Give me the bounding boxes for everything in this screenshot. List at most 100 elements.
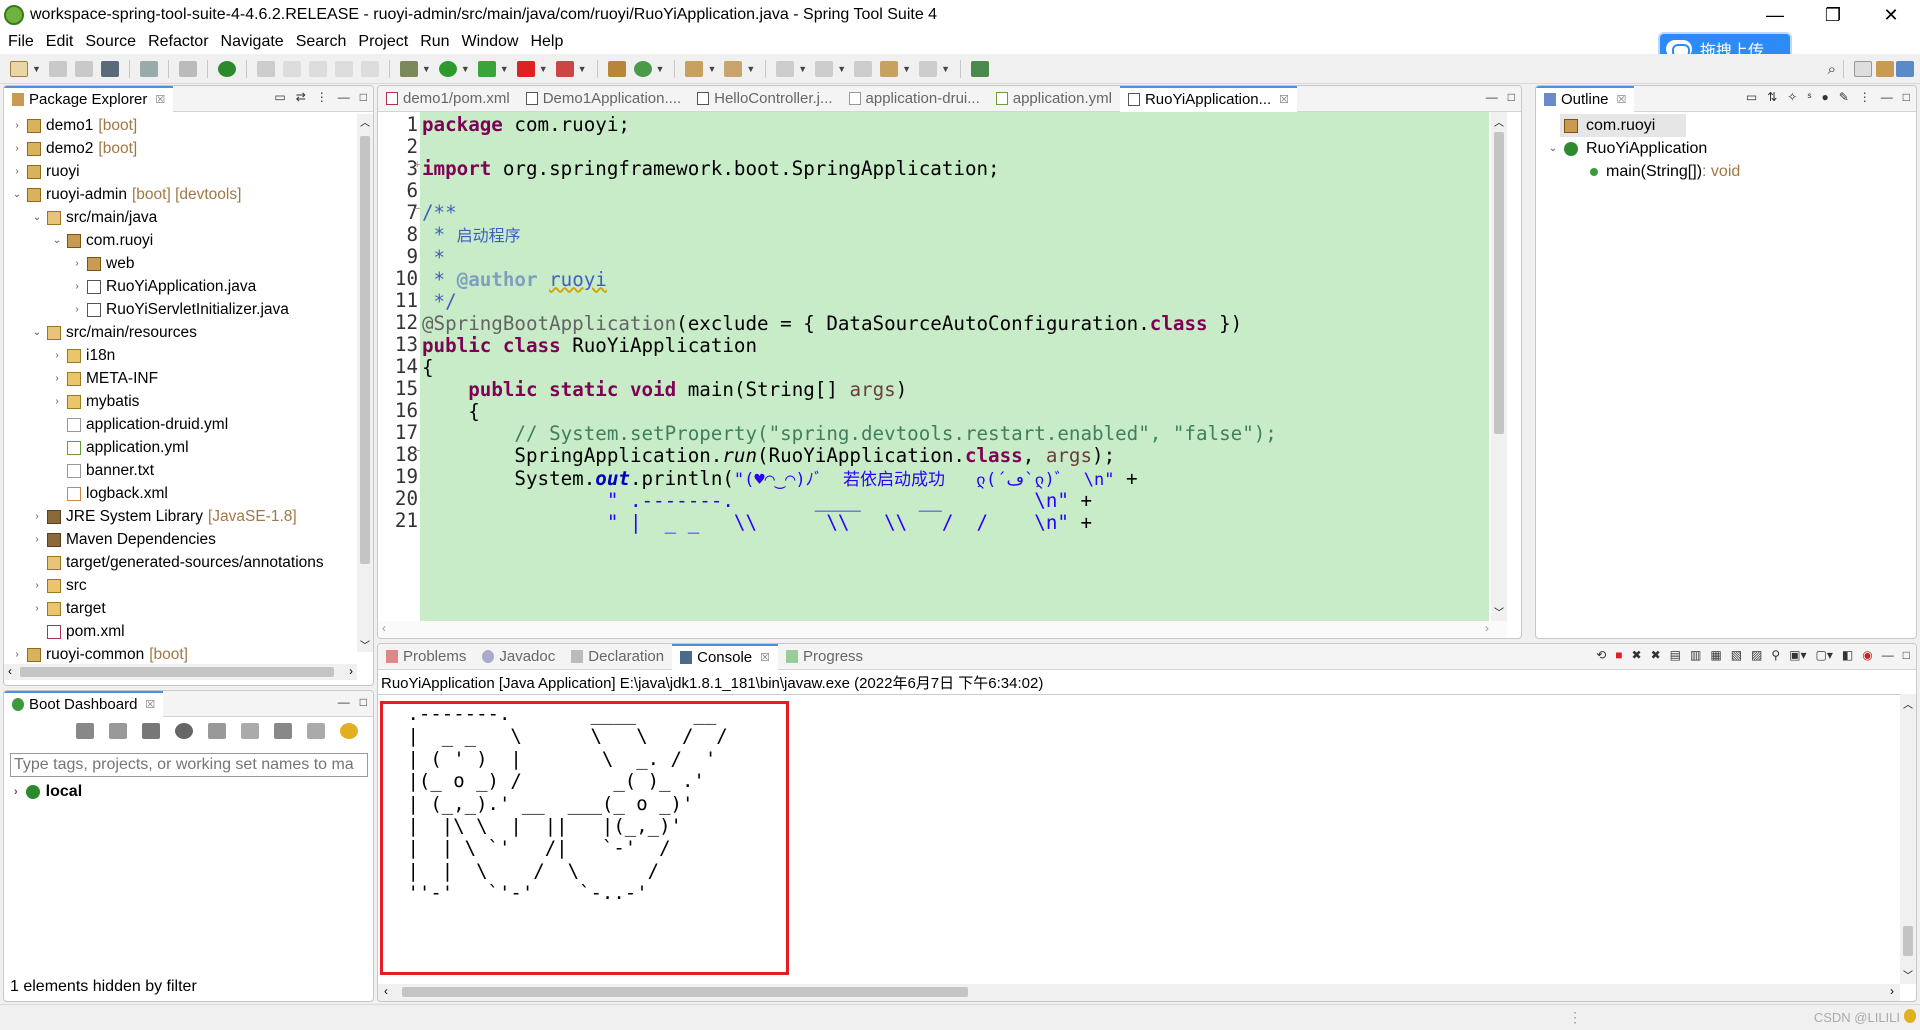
menu-file[interactable]: File (8, 33, 34, 51)
tree-item[interactable]: ⌄ ruoyi-admin [boot] [devtools] (4, 183, 357, 206)
chevron-down-icon[interactable]: ▼ (707, 64, 716, 74)
tree-item[interactable]: banner.txt (4, 459, 357, 482)
tree-item[interactable]: ⌄ com.ruoyi (4, 229, 357, 252)
java-perspective-icon[interactable] (1876, 61, 1894, 77)
restore-button[interactable]: ❐ (1804, 0, 1862, 30)
chevron-up-icon[interactable]: ︿ (1494, 114, 1504, 129)
menu-refactor[interactable]: Refactor (148, 33, 208, 51)
new-class-icon[interactable] (633, 60, 652, 77)
chevron-right-icon[interactable]: › (30, 580, 44, 591)
tree-item[interactable]: › target (4, 597, 357, 620)
open-web-icon[interactable] (175, 723, 193, 739)
tree-item[interactable]: › demo1 [boot] (4, 114, 357, 137)
tab-ruoyi-application[interactable]: RuoYiApplication... ☒ (1119, 86, 1298, 112)
chevron-down-icon[interactable]: ﹀ (1494, 604, 1504, 619)
local-node[interactable]: › local (14, 783, 82, 801)
scroll-thumb[interactable] (1494, 132, 1504, 434)
chevron-right-icon[interactable]: › (1890, 984, 1894, 998)
tree-item[interactable]: › RuoYiApplication.java (4, 275, 357, 298)
chevron-right-icon[interactable]: › (349, 664, 353, 678)
debug-persp-icon[interactable]: ◉ (1862, 648, 1872, 662)
hide-static-icon[interactable]: ˢ (1807, 90, 1811, 104)
terminal-icon[interactable] (100, 60, 119, 77)
close-icon[interactable]: ☒ (1279, 93, 1289, 106)
search-tool-icon[interactable] (724, 60, 743, 77)
menu-run[interactable]: Run (420, 33, 449, 51)
chevron-right-icon[interactable]: › (50, 396, 64, 407)
chevron-left-icon[interactable]: ‹ (8, 664, 12, 678)
word-wrap-icon[interactable]: ▦ (1710, 648, 1721, 662)
tree-item[interactable]: › demo2 [boot] (4, 137, 357, 160)
relaunch-icon[interactable]: ⟲ (1596, 648, 1606, 662)
chevron-down-icon[interactable]: ▼ (422, 64, 431, 74)
tree-item[interactable]: › mybatis (4, 390, 357, 413)
chevron-down-icon[interactable]: ﹀ (1903, 967, 1913, 982)
clear-console-icon[interactable]: ▤ (1670, 648, 1681, 662)
menu-search[interactable]: Search (296, 33, 347, 51)
back-icon[interactable] (880, 60, 899, 77)
package-tree-hscroll[interactable]: ‹ › (4, 664, 357, 680)
open-type-icon[interactable] (685, 60, 704, 77)
format-icon[interactable] (282, 60, 301, 77)
close-icon[interactable]: ☒ (155, 93, 165, 106)
console-vscroll[interactable]: ︿ ﹀ (1900, 694, 1916, 984)
last-edit-icon[interactable] (854, 60, 873, 77)
terminate-icon[interactable]: ■ (1615, 648, 1622, 662)
open-console-icon[interactable]: ▢▾ (1816, 648, 1833, 662)
chevron-down-icon[interactable]: ⌄ (30, 327, 44, 338)
tree-item[interactable]: ⌄ src/main/resources (4, 321, 357, 344)
show-on-stderr-icon[interactable]: ▨ (1751, 648, 1762, 662)
pin-console-icon[interactable]: ⚲ (1771, 648, 1780, 662)
tab-application-yml[interactable]: application.yml (988, 86, 1120, 112)
scroll-thumb[interactable] (20, 667, 334, 677)
maximize-icon[interactable]: □ (1903, 90, 1910, 104)
outline-item-method[interactable]: main(String[]) : void (1586, 160, 1740, 183)
tab-package-explorer[interactable]: Package Explorer ☒ (4, 86, 174, 112)
code-area[interactable]: package com.ruoyi; import org.springfram… (420, 112, 1489, 621)
collapse-all-icon[interactable]: ▭ (1746, 90, 1757, 104)
chevron-down-icon[interactable]: ▼ (32, 64, 41, 74)
menu-navigate[interactable]: Navigate (221, 33, 284, 51)
chevron-down-icon[interactable]: ▼ (578, 64, 587, 74)
chevron-down-icon[interactable]: ▼ (746, 64, 755, 74)
remove-all-icon[interactable]: ✖ (1651, 648, 1661, 662)
edit-icon[interactable] (274, 723, 292, 739)
save-all-icon[interactable] (74, 60, 93, 77)
minimize-icon[interactable]: — (1882, 648, 1894, 662)
maximize-icon[interactable]: □ (360, 695, 367, 709)
debug-icon[interactable] (109, 723, 127, 739)
chevron-down-icon[interactable]: ▼ (461, 64, 470, 74)
console-hscroll[interactable]: ‹ › (378, 984, 1900, 1001)
display-console-icon[interactable]: ▣▾ (1789, 648, 1806, 662)
view-menu-icon[interactable]: ⋮ (1859, 90, 1871, 104)
run-coverage-icon[interactable] (477, 60, 496, 77)
minimize-icon[interactable]: — (338, 695, 350, 709)
editor-vscroll[interactable]: ︿ ﹀ (1491, 112, 1507, 621)
hide-fields-icon[interactable]: ✧ (1787, 90, 1797, 104)
tree-item[interactable]: › JRE System Library [JavaSE-1.8] (4, 505, 357, 528)
tree-item[interactable]: application-druid.yml (4, 413, 357, 436)
hide-local-types-icon[interactable]: ✎ (1839, 90, 1849, 104)
tab-demo1-application[interactable]: Demo1Application.... (518, 86, 689, 112)
chevron-right-icon[interactable]: › (70, 258, 84, 269)
boot-run-icon[interactable] (217, 60, 236, 77)
block-icon[interactable] (334, 60, 353, 77)
pin-editor-icon[interactable] (970, 60, 989, 77)
search-icon[interactable]: ⌕ (1828, 61, 1836, 78)
tab-demo1-pom[interactable]: demo1/pom.xml (378, 86, 518, 112)
chevron-right-icon[interactable]: › (10, 649, 24, 660)
scroll-thumb[interactable] (1903, 926, 1913, 956)
editor-hscroll[interactable]: ‹ › (378, 621, 1507, 638)
link-editor-icon[interactable]: ⇄ (296, 90, 306, 104)
tree-item[interactable]: ⌄ src/main/java (4, 206, 357, 229)
menu-source[interactable]: Source (85, 33, 136, 51)
forward-icon[interactable] (919, 60, 938, 77)
boot-dashboard-filter-input[interactable] (10, 753, 368, 777)
edit-icon[interactable] (256, 60, 275, 77)
chevron-right-icon[interactable]: › (50, 373, 64, 384)
tree-item[interactable]: target/generated-sources/annotations (4, 551, 357, 574)
menu-window[interactable]: Window (462, 33, 519, 51)
menu-edit[interactable]: Edit (46, 33, 74, 51)
config-icon[interactable] (241, 723, 259, 739)
tree-item[interactable]: › ruoyi-common [boot] (4, 643, 357, 666)
